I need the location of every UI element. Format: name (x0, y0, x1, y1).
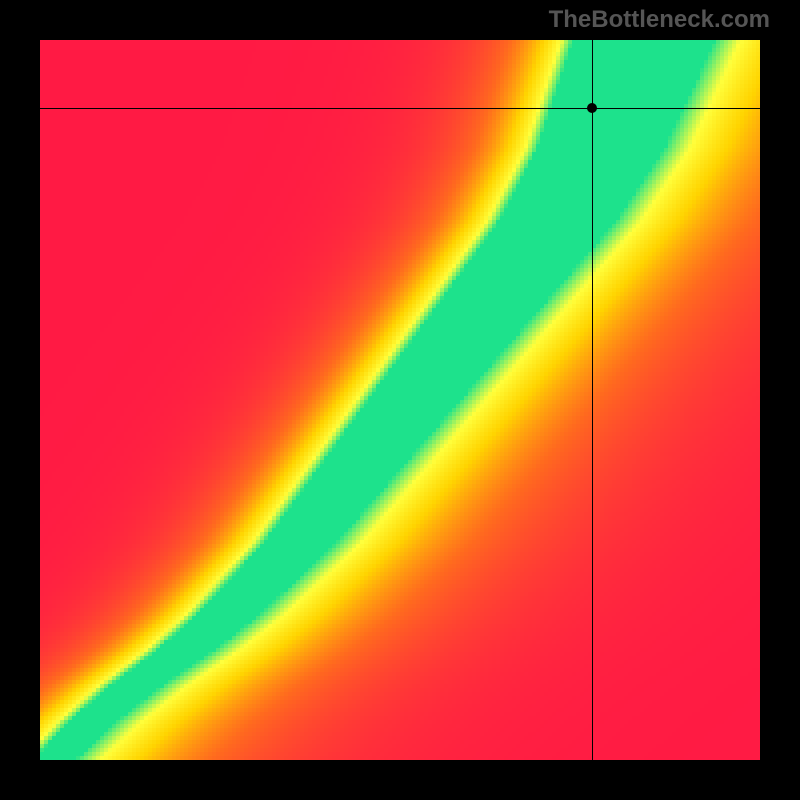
heatmap-canvas (40, 40, 760, 760)
watermark-text: TheBottleneck.com (549, 6, 770, 34)
marker-dot (587, 103, 597, 113)
chart-container: TheBottleneck.com (0, 0, 800, 800)
crosshair-horizontal (40, 108, 760, 109)
heatmap-plot (40, 40, 760, 760)
crosshair-vertical (592, 40, 593, 760)
